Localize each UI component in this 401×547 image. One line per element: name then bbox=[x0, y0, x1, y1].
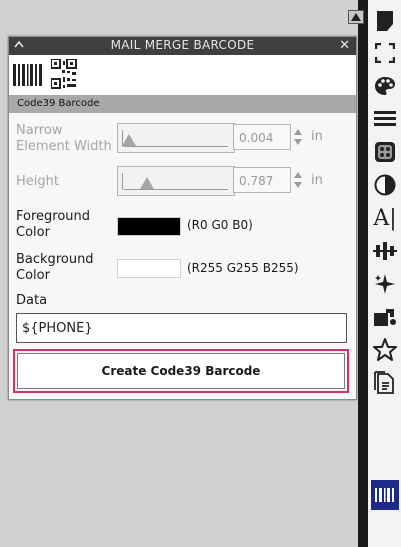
slider-thumb[interactable] bbox=[140, 177, 154, 189]
collapse-button[interactable] bbox=[348, 10, 364, 24]
foreground-color-swatch[interactable] bbox=[117, 217, 181, 236]
barcode-type-row bbox=[9, 55, 356, 95]
height-unit: in bbox=[311, 173, 323, 188]
crop-icon[interactable] bbox=[372, 40, 398, 66]
height-input[interactable]: 0.787 bbox=[233, 167, 291, 193]
barcode-tool-active[interactable] bbox=[371, 480, 399, 510]
narrow-width-unit: in bbox=[311, 129, 323, 144]
collapse-icon bbox=[351, 13, 361, 21]
barcode-icon bbox=[375, 488, 394, 502]
height-spinner-icon[interactable] bbox=[293, 167, 303, 193]
palette-icon[interactable] bbox=[372, 73, 398, 99]
texture-icon[interactable] bbox=[372, 139, 398, 165]
height-label: Height bbox=[16, 174, 59, 189]
height-slider[interactable] bbox=[117, 166, 235, 196]
foreground-color-value: (R0 G0 B0) bbox=[187, 218, 253, 232]
mail-merge-barcode-panel: MAIL MERGE BARCODE ✕ Code39 Barcode Narr… bbox=[8, 36, 357, 400]
sparkle-icon[interactable] bbox=[372, 271, 398, 297]
linear-barcode-icon[interactable] bbox=[13, 64, 43, 86]
create-button-highlight: Create Code39 Barcode bbox=[13, 349, 349, 393]
data-input[interactable]: ${PHONE} bbox=[16, 313, 347, 343]
fill-icon[interactable] bbox=[372, 304, 398, 330]
background-color-value: (R255 G255 B255) bbox=[187, 261, 299, 275]
barcode-type-bar: Code39 Barcode bbox=[9, 95, 356, 113]
panel-title: MAIL MERGE BARCODE bbox=[110, 38, 255, 52]
create-barcode-button[interactable]: Create Code39 Barcode bbox=[17, 353, 345, 389]
align-icon[interactable] bbox=[372, 238, 398, 264]
qr-code-icon[interactable] bbox=[51, 59, 77, 89]
narrow-width-slider[interactable] bbox=[117, 123, 235, 153]
slider-thumb[interactable] bbox=[122, 134, 136, 146]
contrast-icon[interactable] bbox=[372, 172, 398, 198]
text-icon[interactable]: A| bbox=[372, 205, 398, 231]
close-icon[interactable]: ✕ bbox=[339, 38, 350, 53]
background-color-swatch[interactable] bbox=[117, 259, 181, 278]
document-icon[interactable] bbox=[372, 370, 398, 396]
narrow-width-input[interactable]: 0.004 bbox=[233, 124, 291, 150]
background-color-label: Background Color bbox=[16, 252, 94, 283]
narrow-width-spinner-icon[interactable] bbox=[293, 124, 303, 150]
foreground-color-label: Foreground Color bbox=[16, 209, 91, 240]
canvas-edge bbox=[358, 0, 368, 547]
barcode-type-label: Code39 Barcode bbox=[17, 98, 100, 109]
narrow-width-label: Narrow Element Width bbox=[16, 123, 112, 154]
panel-titlebar: MAIL MERGE BARCODE ✕ bbox=[9, 37, 356, 55]
data-label: Data bbox=[16, 293, 48, 308]
lines-icon[interactable] bbox=[372, 106, 398, 132]
right-toolbar: A| bbox=[368, 0, 401, 547]
star-icon[interactable] bbox=[372, 337, 398, 363]
page-icon[interactable] bbox=[372, 8, 398, 34]
